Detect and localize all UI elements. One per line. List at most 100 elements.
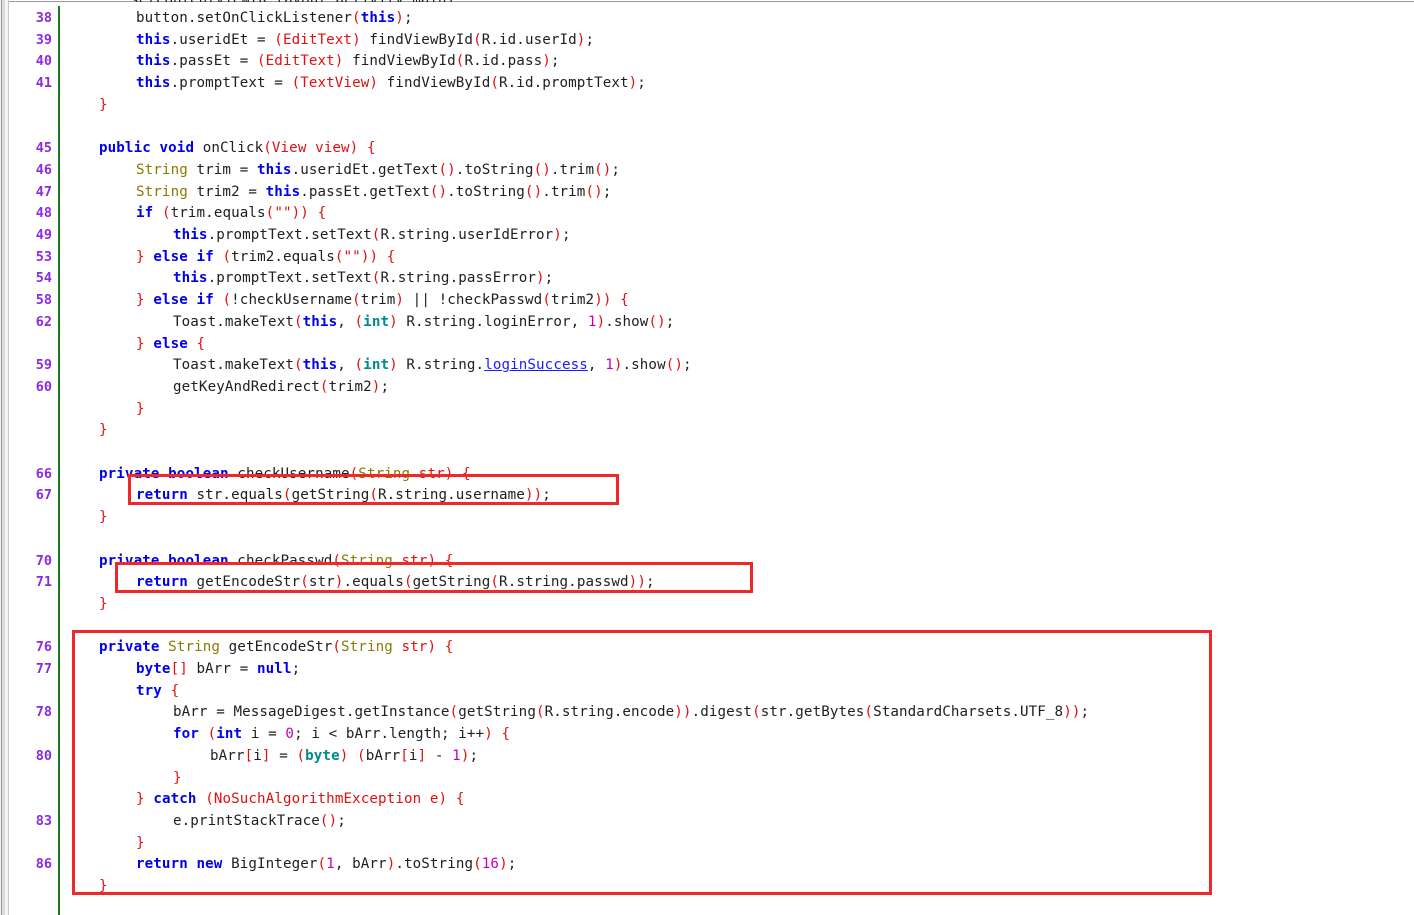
code-line[interactable]: } else { [62,334,205,356]
code-line[interactable]: getKeyAndRedirect(trim2); [62,377,389,399]
line-number-gutter[interactable]: 38 39 40 41 45 46 47 48 49 53 54 58 62 59 60 66 67 70 71 76… [10,6,58,915]
code-token: BigInteger [222,856,318,873]
code-token: else [153,292,188,309]
code-line[interactable]: } [62,594,108,616]
code-line[interactable]: } [62,833,145,855]
code-line[interactable]: String trim2 = this.passEt.getText().toS… [62,182,611,204]
code-line[interactable]: this.promptText.setText(R.string.userIdE… [62,225,571,247]
clipped-scrolled-line: setContentView(R.layout.activity_main); [62,0,463,2]
code-line[interactable]: Toast.makeText(this, (int) R.string.logi… [62,312,674,334]
code-line[interactable]: bArr = MessageDigest.getInstance(getStri… [62,702,1089,724]
code-line[interactable]: } catch (NoSuchAlgorithmException e) { [62,789,465,811]
code-token: i = [242,726,286,743]
code-line[interactable]: return new BigInteger(1, bArr).toString(… [62,854,516,876]
code-token: ; [542,487,551,504]
code-line[interactable]: private boolean checkPasswd(String str) … [62,551,453,573]
code-line[interactable]: this.useridEt = (EditText) findViewById(… [62,30,594,52]
code-token: ; [469,747,479,764]
code-token: ( [300,574,309,591]
code-token: void [159,140,195,157]
code-line[interactable]: } [62,420,108,442]
code-line[interactable]: String trim = this.useridEt.getText().to… [62,160,620,182]
code-line[interactable]: private boolean checkUsername(String str… [62,464,471,486]
code-token: ( [473,31,482,48]
code-token: this [173,270,208,287]
code-token: boolean [168,552,229,569]
code-line[interactable]: bArr[i] = (byte) (bArr[i] - 1); [62,746,478,768]
code-line[interactable]: } [62,768,182,790]
code-line[interactable]: } [62,876,108,898]
code-token: NoSuchAlgorithmException e [213,791,439,808]
code-token: this [136,53,171,70]
code-line[interactable]: try { [62,681,179,703]
code-line[interactable]: if (trim.equals("")) { [62,203,326,225]
code-token: ) [674,704,683,721]
code-line[interactable]: this.promptText.setText(R.string.passErr… [62,268,553,290]
code-token: findViewById [360,31,474,48]
code-token: .useridEt = [170,31,275,48]
code-token: !checkUsername [231,292,353,309]
code-line[interactable]: } [62,95,108,117]
code-line[interactable]: } [62,507,108,529]
code-token: button.setOnClickListener [136,10,353,26]
code-token: ( [864,704,874,721]
code-line[interactable]: return getEncodeStr(str).equals(getStrin… [62,572,655,594]
code-token: byte [136,661,171,677]
code-token: String [168,639,221,656]
code-line[interactable]: } [62,399,145,421]
line-number: 47 [35,183,52,200]
code-line[interactable]: } else if (trim2.equals("")) { [62,247,395,269]
code-line[interactable]: button.setOnClickListener(this); [62,8,413,30]
code-token: ; [1080,704,1090,721]
code-token: ( [263,140,272,157]
code-token: try [136,682,162,699]
code-line[interactable]: this.passEt = (EditText) findViewById(R.… [62,51,560,73]
code-text-area[interactable]: button.setOnClickListener(this); this.use… [62,6,1414,915]
code-token: } [136,292,145,309]
line-number: 49 [35,227,52,243]
code-line[interactable]: this.promptText = (TextView) findViewByI… [62,73,646,95]
code-token: ( [332,552,342,569]
code-line[interactable]: return str.equals(getString(R.string.use… [62,485,551,507]
code-token: ) [438,791,448,808]
code-line[interactable]: Toast.makeText(this, (int) R.string.logi… [62,355,692,377]
code-token: 16 [481,856,500,873]
code-line[interactable]: for (int i = 0; i < bArr.length; i++) { [62,724,510,746]
code-token: if [196,248,214,265]
code-line[interactable]: private String getEncodeStr(String str) … [62,637,453,659]
code-line[interactable]: e.printStackTrace(); [62,811,346,833]
code-line[interactable]: } else if (!checkUsername(trim) || !chec… [62,290,629,312]
code-token: e.printStackTrace [173,812,320,829]
code-token: { [196,335,206,352]
code-token: i [253,747,262,764]
code-token: ) [395,292,405,309]
code-token: ) [613,357,623,374]
code-token: { [501,726,511,743]
code-token: null [257,661,292,677]
code-token: ) [553,227,562,243]
code-line[interactable]: public void onClick(View view) { [62,138,376,160]
code-token: this [257,161,292,178]
code-token: ) [596,313,606,330]
code-token: { [444,552,454,569]
code-token: getKeyAndRedirect [173,378,320,395]
code-token: R.string.encode [544,704,675,721]
code-token: .trim [550,161,595,178]
code-token: , [570,313,588,330]
code-token: ; [637,75,646,92]
code-token: .toString [455,161,534,178]
code-token: } [173,769,182,786]
line-number: 66 [35,465,52,482]
code-token: } [99,509,108,526]
code-token: ) [1071,704,1081,721]
code-line[interactable]: byte[] bArr = null; [62,659,300,681]
code-token: ( [352,292,361,309]
code-token: ) [682,704,692,721]
code-token: catch [153,791,197,808]
code-token: { [444,639,454,656]
